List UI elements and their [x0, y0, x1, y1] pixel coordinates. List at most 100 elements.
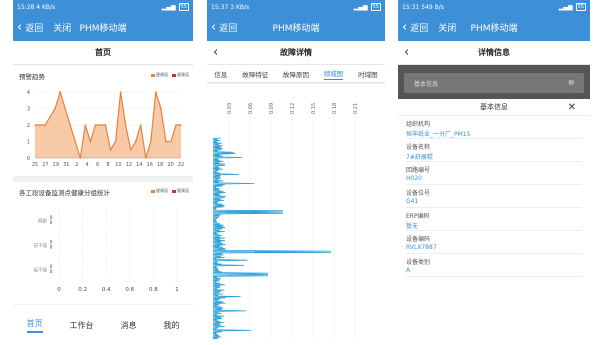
detail-tabs: 信息 故障特征 故障原因 频域图 时域图 [207, 65, 385, 83]
status-time: 15:28 [17, 3, 35, 11]
page-title: 详情信息 [478, 48, 510, 57]
data-label: 0 [50, 220, 53, 226]
field-label: 组织机构 [406, 121, 431, 128]
field-value: 7#舒展辊 [406, 152, 582, 162]
y-tick-label: 2 [27, 123, 30, 129]
section-row: 基本信息 ▤ [404, 73, 584, 93]
chevron-left-icon: ‹ [211, 20, 217, 35]
page-title: 首页 [13, 41, 193, 65]
x-tick-label: 8 [106, 162, 109, 168]
nav-bar: ‹ 返回 PHM移动端 [207, 14, 385, 41]
tab-home[interactable]: 首页 [26, 318, 43, 333]
back-button[interactable]: ‹ 返回 [211, 21, 237, 34]
x-tick-label: 0.4 [102, 287, 111, 293]
tab-workbench[interactable]: 工作台 [70, 320, 94, 331]
tab-frequency-chart[interactable]: 频域图 [323, 68, 344, 80]
back-button[interactable]: ‹ 返回 [402, 21, 428, 34]
trend-card: 预警趋势 健康值 健康值 0 1 2 3 4 25 27 29 31 2 4 6 8 10 12 14 16 18… [13, 66, 193, 176]
edit-icon: ▤ [568, 79, 574, 86]
spectrum-line [212, 137, 332, 340]
x-tick-label: 22 [178, 162, 184, 168]
tab-mine[interactable]: 我的 [164, 320, 180, 331]
status-time: 15:37 [211, 3, 229, 11]
x-tick-label: 0 [57, 287, 61, 293]
x-tick-label: 0.6 [125, 287, 134, 293]
y-tick-label: 4 [27, 90, 30, 96]
frequency-chart: 0.03 0.06 0.09 0.12 0.15 0.18 0.21 [212, 103, 359, 340]
field-label: 回路编号 [406, 167, 431, 174]
list-item: 组织机构 恒丰纸业_一分厂_PM15 [398, 119, 590, 139]
data-point [84, 124, 87, 126]
data-point [124, 124, 127, 126]
x-tick-label: 1 [175, 287, 179, 293]
tab-messages[interactable]: 消息 [121, 320, 137, 331]
status-bar: 15:31 549 B/s ▂▄▆ 55 [398, 0, 590, 14]
phone-detail-info-screen: 15:31 549 B/s ▂▄▆ 55 ‹ 返回 关闭 PHM移动端 ‹ 详情信息… [398, 0, 590, 345]
close-icon[interactable]: ✕ [568, 102, 576, 113]
data-point [64, 107, 67, 110]
axis-tick-label: 0.18 [332, 103, 338, 114]
tab-fault-features[interactable]: 故障特征 [242, 69, 268, 79]
close-button[interactable]: 关闭 [53, 21, 71, 34]
data-point [170, 140, 172, 143]
dimmed-backdrop[interactable]: 基本信息 ▤ [398, 65, 590, 99]
field-value: G41 [406, 198, 582, 208]
page-title: 故障详情 [280, 48, 312, 57]
data-point [104, 124, 107, 126]
modal-header: 基本信息 ✕ [398, 99, 590, 116]
axis-tick-label: 0.12 [290, 103, 296, 114]
x-tick-label: 20 [167, 162, 173, 168]
back-button[interactable]: ‹ 返回 [17, 21, 43, 34]
back-label: 返回 [25, 24, 44, 34]
data-point [69, 124, 72, 126]
data-point [99, 124, 102, 126]
back-arrow-icon[interactable]: ‹ [213, 45, 218, 60]
field-label: 设备名称 [406, 144, 431, 151]
data-point [129, 148, 132, 151]
x-tick-label: 4 [86, 162, 89, 168]
x-tick-label: 29 [53, 162, 59, 168]
data-point [109, 148, 112, 151]
x-tick-label: 16 [147, 162, 153, 168]
signal-icon: ▂▄▆ [558, 3, 573, 11]
battery-icon: 55 [575, 3, 586, 11]
modal-title: 基本信息 [480, 103, 508, 111]
x-tick-label: 14 [136, 162, 142, 168]
status-time: 15:31 [402, 3, 420, 11]
close-button[interactable]: 关闭 [438, 21, 456, 34]
axis-tick-label: 0.03 [227, 103, 233, 114]
y-tick-label: 1 [27, 140, 30, 146]
list-item: 设备类别 A [398, 257, 590, 277]
data-point [175, 124, 177, 126]
bar-card: 各工段设备监测点健康分组统计 健康值 健康值 0 0.2 0.4 0.6 0.8 1 网部 0… [13, 182, 193, 304]
phone-home-screen: 15:28 4 KB/s ▂▄▆ 55 ‹ 返回 关闭 PHM移动端 首页 预警趋势… [13, 0, 193, 345]
tab-time-chart[interactable]: 时域图 [358, 69, 378, 79]
data-label: 0 [50, 245, 53, 251]
data-point [160, 107, 162, 110]
nav-bar: ‹ 返回 关闭 PHM移动端 [13, 14, 193, 41]
x-tick-label: 6 [96, 162, 99, 168]
data-point [155, 91, 157, 93]
axis-tick-label: 0.15 [311, 103, 317, 114]
y-category-label: 前干燥 [34, 242, 48, 249]
data-point [149, 140, 152, 143]
data-point [180, 124, 182, 126]
axis-tick-label: 0.21 [353, 103, 359, 114]
section-label: 基本信息 [414, 81, 439, 88]
list-item: 设备编码 RVLX7887 [398, 234, 590, 254]
field-value: RVLX7887 [406, 244, 582, 254]
back-arrow-icon[interactable]: ‹ [404, 45, 409, 60]
x-tick-label: 31 [63, 162, 69, 168]
data-point [44, 124, 46, 126]
data-point [89, 140, 92, 143]
x-tick-label: 18 [157, 162, 163, 168]
nav-bar: ‹ 返回 关闭 PHM移动端 [398, 14, 590, 41]
data-point [165, 140, 167, 143]
data-point [119, 91, 122, 93]
x-tick-label: 2 [75, 162, 78, 168]
tab-info[interactable]: 信息 [214, 69, 227, 79]
field-value: 恒丰纸业_一分厂_PM15 [406, 129, 582, 139]
field-value: H020 [406, 175, 582, 185]
status-bar: 15:37 3 KB/s ▂▄▆ 55 [207, 0, 385, 14]
tab-fault-causes[interactable]: 故障原因 [283, 69, 309, 79]
